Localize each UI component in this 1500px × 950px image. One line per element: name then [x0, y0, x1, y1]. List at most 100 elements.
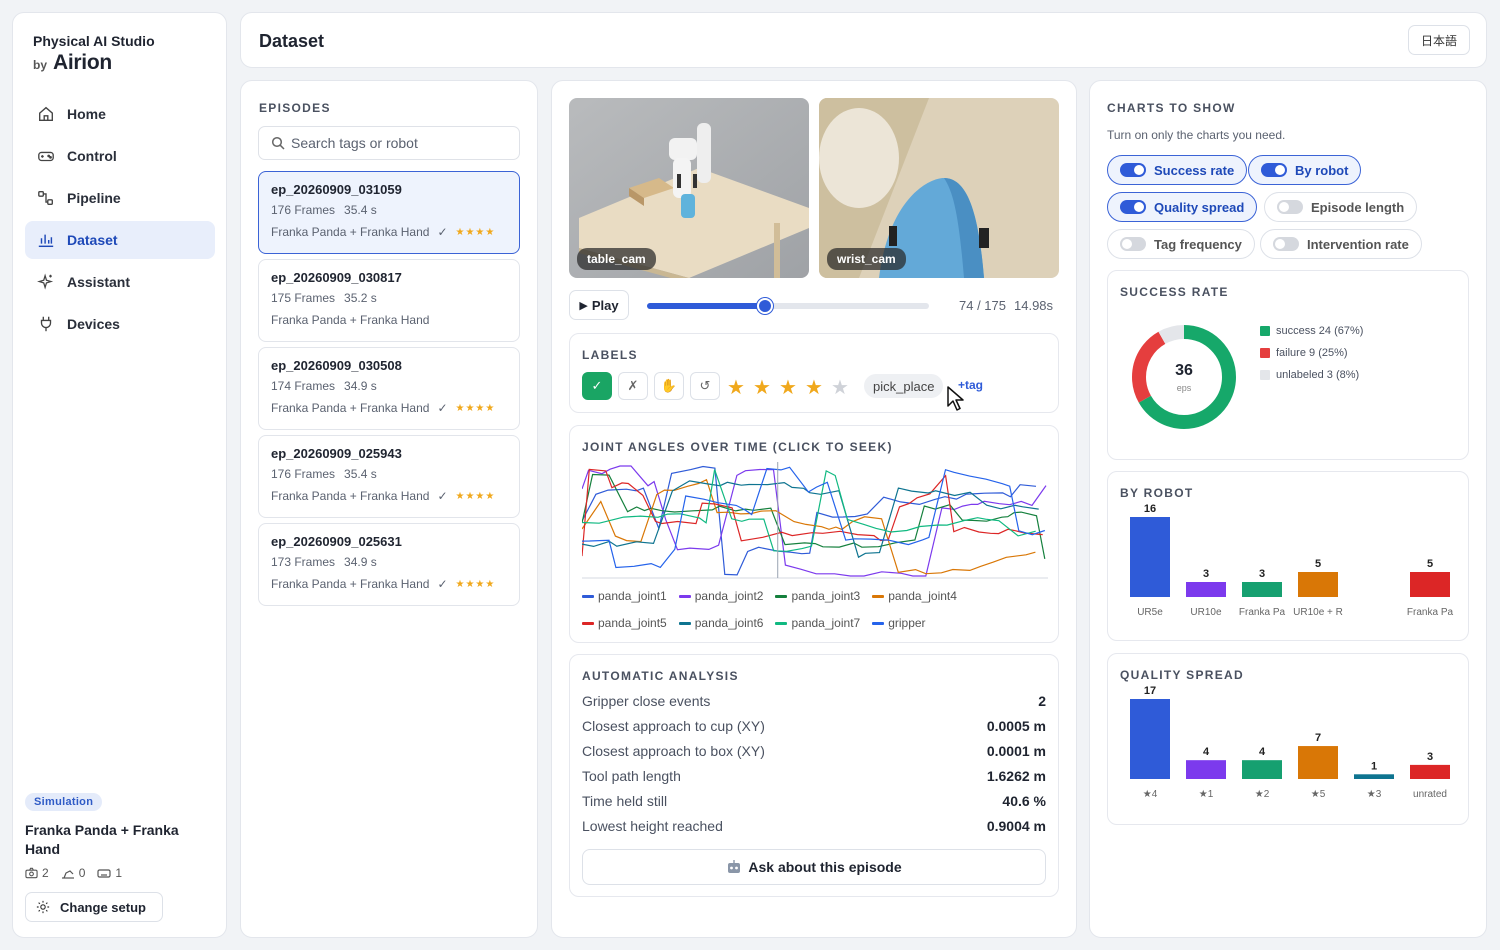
analysis-label: Gripper close events [582, 693, 711, 709]
pie-legend-label: unlabeled 3 (8%) [1276, 369, 1360, 381]
episode-robot: Franka Panda + Franka Hand [271, 489, 430, 503]
episode-robot: Franka Panda + Franka Hand [271, 225, 430, 239]
seek-progress [647, 303, 766, 309]
reset-label-button[interactable]: ↺ [690, 372, 720, 400]
header: Dataset 日本語 [240, 12, 1487, 68]
keyboard-icon [97, 869, 111, 878]
episode-duration: 35.4 s [344, 467, 377, 481]
episode-item[interactable]: ep_20260909_025631 173 Frames 34.9 s Fran… [258, 523, 520, 606]
table-cam-label: table_cam [577, 248, 656, 270]
toggle-intervention-rate[interactable]: Intervention rate [1260, 229, 1422, 259]
rating-star-2[interactable]: ★ [753, 375, 771, 400]
success-rate-title: SUCCESS RATE [1120, 285, 1229, 299]
arm-count: 0 [61, 866, 85, 880]
bar-value-label: 7 [1315, 732, 1321, 744]
mark-success-button[interactable]: ✓ [582, 372, 612, 400]
episode-frames: 176 Frames [271, 467, 336, 481]
nav-devices[interactable]: Devices [25, 305, 215, 343]
time-display: 14.98s [1014, 298, 1054, 313]
bar [1186, 760, 1226, 779]
by-robot-bars: 16 UR5e 3 UR10e 3 Franka Pa 5 UR10e + R 5 Franka … [1130, 503, 1454, 618]
toggle-label: Quality spread [1154, 199, 1245, 215]
episode-item[interactable]: ep_20260909_030817 175 Frames 35.2 s Fran… [258, 259, 520, 342]
rating-star-4[interactable]: ★ [805, 375, 823, 400]
joint-angles-chart[interactable] [582, 462, 1048, 582]
charts-subtitle: Turn on only the charts you need. [1107, 128, 1286, 142]
nav-control[interactable]: Control [25, 137, 215, 175]
legend-item: panda_joint3 [775, 589, 860, 603]
episode-id: ep_20260909_031059 [271, 182, 402, 197]
toggle-label: Success rate [1154, 162, 1235, 178]
chart-icon [38, 234, 54, 248]
cross-icon: ✗ [627, 378, 639, 393]
seek-slider[interactable] [647, 298, 929, 314]
episode-robot: Franka Panda + Franka Hand [271, 577, 430, 591]
by-robot-title: BY ROBOT [1120, 486, 1194, 500]
episode-rating: ★★★★ [455, 226, 496, 238]
simulation-badge: Simulation [25, 793, 103, 811]
toggle-switch [1273, 237, 1299, 251]
analysis-title: AUTOMATIC ANALYSIS [582, 669, 739, 683]
toggle-tag-frequency[interactable]: Tag frequency [1107, 229, 1255, 259]
episode-frames: 173 Frames [271, 555, 336, 569]
camera-icon [25, 867, 38, 879]
episode-item[interactable]: ep_20260909_030508 174 Frames 34.9 s Fran… [258, 347, 520, 430]
episode-robot: Franka Panda + Franka Hand [271, 313, 430, 327]
wrist-cam-label: wrist_cam [827, 248, 906, 270]
analysis-label: Closest approach to box (XY) [582, 743, 765, 759]
rating-star-1[interactable]: ★ [727, 375, 745, 400]
toggle-switch [1120, 200, 1146, 214]
episode-id: ep_20260909_025631 [271, 534, 402, 549]
bar [1410, 572, 1450, 597]
success-check-icon: ✓ [437, 577, 448, 591]
gear-icon [36, 900, 50, 914]
legend-swatch [775, 621, 788, 625]
episode-item[interactable]: ep_20260909_031059 176 Frames 35.4 s Fran… [258, 171, 520, 254]
gamepad-icon [38, 151, 54, 162]
seek-thumb[interactable] [757, 298, 774, 314]
reset-icon: ↺ [699, 378, 711, 393]
plug-icon [40, 316, 52, 332]
mark-failure-button[interactable]: ✗ [618, 372, 648, 400]
nav-pipeline-label: Pipeline [67, 190, 121, 206]
tag-chip[interactable]: pick_place [864, 374, 944, 398]
legend-label: panda_joint6 [694, 616, 764, 630]
language-button[interactable]: 日本語 [1408, 25, 1470, 55]
toggle-success-rate[interactable]: Success rate [1107, 155, 1248, 185]
legend-label: panda_joint2 [694, 589, 764, 603]
rating-star-3[interactable]: ★ [779, 375, 797, 400]
search-input[interactable] [291, 135, 511, 151]
by-robot-chart: BY ROBOT 16 UR5e 3 UR10e 3 Franka Pa 5 UR10e + … [1107, 471, 1469, 641]
nav-home[interactable]: Home [25, 95, 215, 133]
bar-value-label: 4 [1259, 746, 1266, 758]
analysis-value: 40.6 % [1002, 793, 1046, 809]
nav-home-label: Home [67, 106, 106, 122]
episode-item[interactable]: ep_20260909_025943 176 Frames 35.4 s Fran… [258, 435, 520, 518]
nav-assistant[interactable]: Assistant [25, 263, 215, 301]
analysis-row: Time held still 40.6 % [582, 793, 1046, 809]
change-setup-button[interactable]: Change setup [25, 892, 163, 922]
toggle-by-robot[interactable]: By robot [1248, 155, 1362, 185]
legend-label: gripper [888, 616, 926, 630]
toggle-episode-length[interactable]: Episode length [1264, 192, 1418, 222]
analysis-panel: AUTOMATIC ANALYSIS Gripper close events 2… [569, 654, 1059, 897]
nav-dataset[interactable]: Dataset [25, 221, 215, 259]
nav-pipeline[interactable]: Pipeline [25, 179, 215, 217]
nav-assistant-label: Assistant [67, 274, 131, 290]
toggle-label: Episode length [1311, 199, 1405, 215]
page-title: Dataset [259, 31, 325, 51]
rating-star-5[interactable]: ★ [831, 375, 849, 400]
legend-item: panda_joint6 [678, 616, 764, 630]
play-label: Play [591, 297, 619, 313]
episode-duration: 34.9 s [344, 379, 377, 393]
bar-value-label: 3 [1259, 568, 1265, 580]
episodes-title: EPISODES [259, 101, 331, 115]
analysis-label: Time held still [582, 793, 668, 809]
bar [1130, 517, 1170, 597]
play-button[interactable]: ▶ Play [569, 290, 629, 320]
mark-intervention-button[interactable]: ✋ [654, 372, 684, 400]
ask-episode-button[interactable]: Ask about this episode [582, 849, 1046, 885]
toggle-quality-spread[interactable]: Quality spread [1107, 192, 1258, 222]
legend-label: panda_joint7 [791, 616, 861, 630]
charts-title: CHARTS TO SHOW [1107, 101, 1236, 115]
